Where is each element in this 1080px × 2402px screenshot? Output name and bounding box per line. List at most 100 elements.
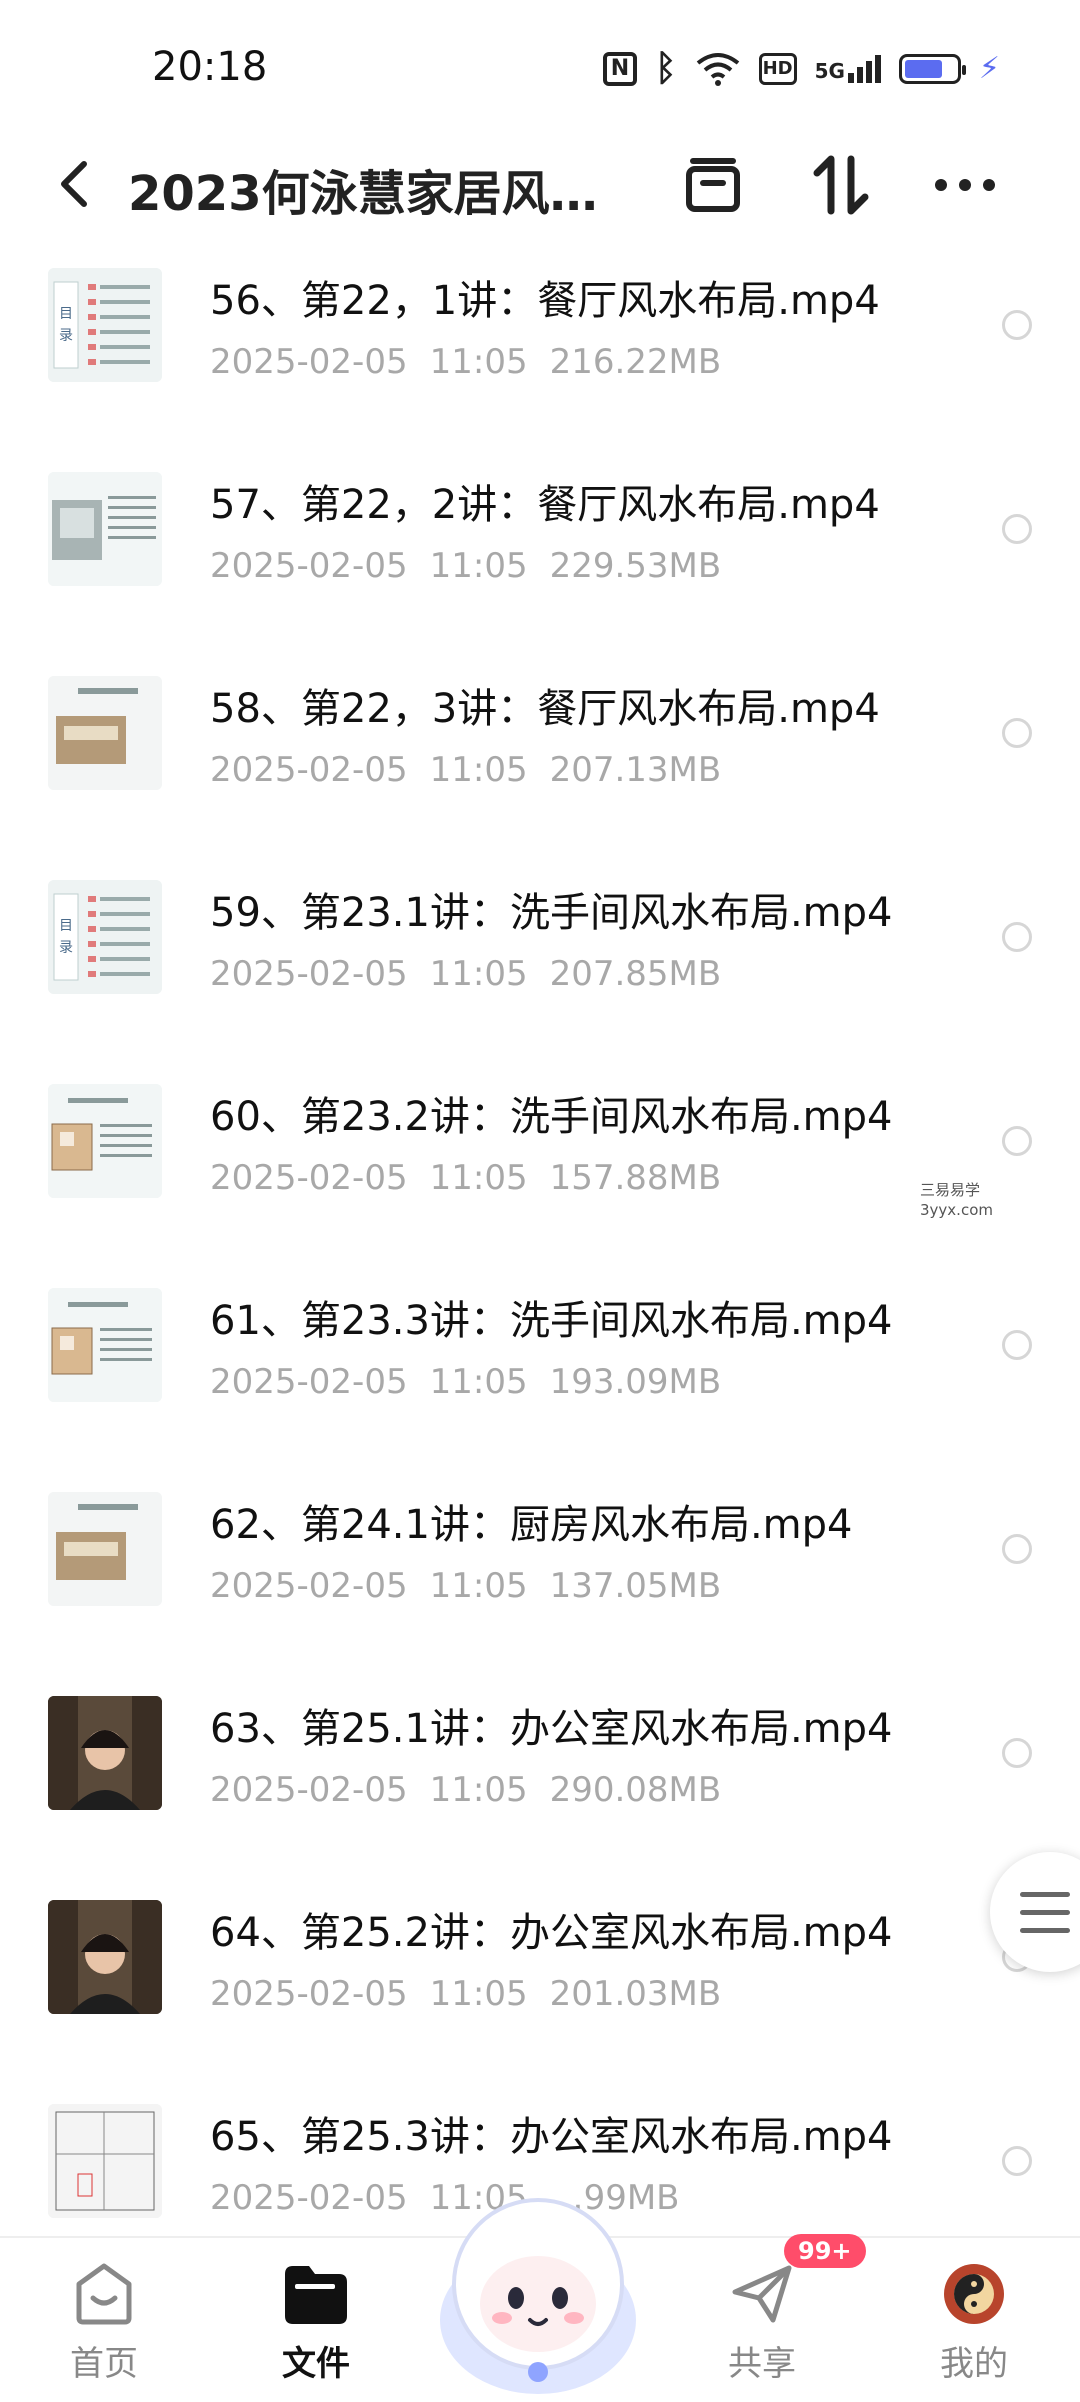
file-meta: 2025-02-05 11:05 290.08MB [210, 1770, 721, 1810]
file-time: 11:05 [429, 1158, 528, 1198]
file-name: 60、第23.2讲：洗手间风水布局.mp4 [210, 1094, 893, 1140]
file-name: 59、第23.1讲：洗手间风水布局.mp4 [210, 890, 893, 936]
notification-badge: 99+ [784, 2234, 866, 2268]
file-size: 229.53MB [549, 546, 722, 586]
svg-text:录: 录 [59, 940, 73, 956]
select-box-icon [686, 158, 740, 212]
file-name: 62、第24.1讲：厨房风水布局.mp4 [210, 1502, 853, 1548]
file-row[interactable]: 60、第23.2讲：洗手间风水布局.mp4 2025-02-05 11:05 157.… [0, 1062, 1080, 1266]
file-row[interactable]: 64、第25.2讲：办公室风水布局.mp4 2025-02-05 11:05 201.… [0, 1878, 1080, 2082]
file-time: 11:05 [429, 1974, 528, 2014]
nfc-icon: N [602, 51, 637, 86]
file-row[interactable]: 63、第25.1讲：办公室风水布局.mp4 2025-02-05 11:05 290.… [0, 1674, 1080, 1878]
file-name: 58、第22，3讲：餐厅风水布局.mp4 [210, 686, 880, 732]
file-size: 207.13MB [549, 750, 722, 790]
file-date: 2025-02-05 [210, 546, 408, 586]
nav-share[interactable]: 共享 [692, 2258, 832, 2398]
file-meta: 2025-02-05 11:05 137.05MB [210, 1566, 721, 1606]
file-time: 11:05 [429, 342, 528, 382]
charging-icon: ⚡ [978, 51, 1000, 86]
home-icon [76, 2263, 132, 2325]
mascot-icon[interactable] [430, 2180, 646, 2396]
file-thumbnail: 目录 [48, 268, 162, 382]
file-time: 11:05 [429, 954, 528, 994]
file-size: 137.05MB [549, 1566, 722, 1606]
file-row[interactable]: 61、第23.3讲：洗手间风水布局.mp4 2025-02-05 11:05 193.… [0, 1266, 1080, 1470]
select-radio[interactable] [1002, 1126, 1032, 1156]
page-title: 2023何泳慧家居风… [128, 166, 598, 222]
file-thumbnail: 目录 [48, 880, 162, 994]
file-meta: 2025-02-05 11:05 201.03MB [210, 1974, 721, 2014]
header: 2023何泳慧家居风… [0, 130, 1080, 240]
select-radio[interactable] [1002, 514, 1032, 544]
file-size: 207.85MB [549, 954, 722, 994]
sort-icon [813, 155, 869, 215]
file-date: 2025-02-05 [210, 2178, 408, 2218]
file-date: 2025-02-05 [210, 1158, 408, 1198]
file-date: 2025-02-05 [210, 1974, 408, 2014]
select-radio[interactable] [1002, 718, 1032, 748]
file-time: 11:05 [429, 1362, 528, 1402]
nav-home-label: 首页 [70, 2344, 138, 2384]
file-thumbnail [48, 2104, 162, 2218]
select-radio[interactable] [1002, 2146, 1032, 2176]
file-date: 2025-02-05 [210, 342, 408, 382]
signal-5g-icon: 5G [814, 54, 881, 83]
battery-icon [898, 53, 966, 84]
file-row[interactable]: 目录 59、第23.1讲：洗手间风水布局.mp4 2025-02-05 11:05 20… [0, 858, 1080, 1062]
select-radio[interactable] [1002, 1534, 1032, 1564]
file-row[interactable]: 62、第24.1讲：厨房风水布局.mp4 2025-02-05 11:05 137.0… [0, 1470, 1080, 1674]
nav-profile[interactable]: 我的 [904, 2258, 1044, 2398]
file-date: 2025-02-05 [210, 1362, 408, 1402]
file-name: 61、第23.3讲：洗手间风水布局.mp4 [210, 1298, 893, 1344]
file-meta: 2025-02-05 11:05 207.85MB [210, 954, 721, 994]
file-name: 57、第22，2讲：餐厅风水布局.mp4 [210, 482, 880, 528]
status-bar: 20:18 N ᛒ HD 5G ⚡ [0, 0, 1080, 130]
select-box-button[interactable] [680, 152, 746, 218]
file-date: 2025-02-05 [210, 1770, 408, 1810]
file-thumbnail [48, 1288, 162, 1402]
wifi-icon [696, 52, 739, 86]
nav-files-label: 文件 [282, 2344, 350, 2384]
send-icon [732, 2265, 792, 2323]
file-time: 11:05 [429, 1566, 528, 1606]
file-date: 2025-02-05 [210, 750, 408, 790]
file-row[interactable]: 目录 56、第22，1讲：餐厅风水布局.mp4 2025-02-05 11:05 216… [0, 246, 1080, 450]
nav-profile-label: 我的 [940, 2344, 1008, 2384]
nav-files[interactable]: 文件 [246, 2258, 386, 2398]
file-size: 193.09MB [549, 1362, 722, 1402]
select-radio[interactable] [1002, 1330, 1032, 1360]
svg-text:目: 目 [59, 918, 73, 934]
select-radio[interactable] [1002, 1738, 1032, 1768]
nav-home[interactable]: 首页 [34, 2258, 174, 2398]
file-size: 290.08MB [549, 1770, 722, 1810]
nav-share-label: 共享 [728, 2344, 796, 2384]
file-row[interactable]: 57、第22，2讲：餐厅风水布局.mp4 2025-02-05 11:05 229.5… [0, 450, 1080, 654]
svg-text:目: 目 [59, 306, 73, 322]
file-list: 目录 56、第22，1讲：餐厅风水布局.mp4 2025-02-05 11:05 216… [0, 246, 1080, 2286]
file-size: 216.22MB [549, 342, 722, 382]
bluetooth-icon: ᛒ [654, 48, 677, 89]
avatar-icon [944, 2264, 1004, 2324]
file-name: 64、第25.2讲：办公室风水布局.mp4 [210, 1910, 893, 1956]
back-icon[interactable] [48, 152, 104, 216]
watermark-line1: 三易易学 [920, 1181, 981, 1199]
network-label: 5G [814, 58, 845, 83]
file-name: 65、第25.3讲：办公室风水布局.mp4 [210, 2114, 893, 2160]
file-thumbnail [48, 676, 162, 790]
select-radio[interactable] [1002, 310, 1032, 340]
select-radio[interactable] [1002, 922, 1032, 952]
file-size: 201.03MB [549, 1974, 722, 2014]
status-time: 20:18 [152, 44, 268, 90]
file-name: 56、第22，1讲：餐厅风水布局.mp4 [210, 278, 880, 324]
watermark: 三易易学 3yyx.com [920, 1180, 993, 1220]
hd-icon: HD [758, 52, 797, 85]
file-time: 11:05 [429, 1770, 528, 1810]
watermark-line2: 3yyx.com [920, 1201, 993, 1219]
file-meta: 2025-02-05 11:05 229.53MB [210, 546, 721, 586]
more-button[interactable] [932, 152, 998, 218]
sort-button[interactable] [808, 152, 874, 218]
file-row[interactable]: 58、第22，3讲：餐厅风水布局.mp4 2025-02-05 11:05 207.1… [0, 654, 1080, 858]
svg-text:录: 录 [59, 328, 73, 344]
file-time: 11:05 [429, 750, 528, 790]
